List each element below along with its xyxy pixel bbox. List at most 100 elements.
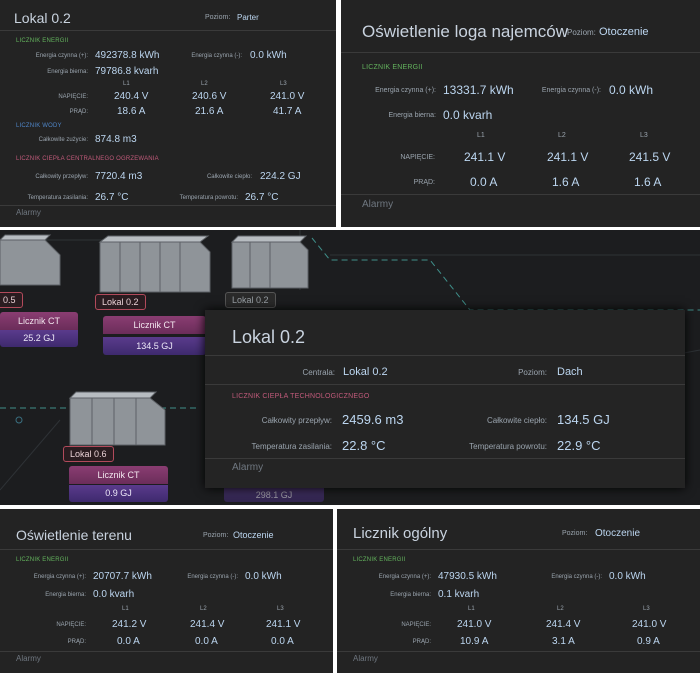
divider	[205, 355, 685, 356]
prad-l1: 18.6 A	[117, 106, 146, 117]
t-zasilania-label: Temperatura zasilania:	[27, 195, 88, 201]
energia-czynna-minus-value: 0.0 kWh	[609, 83, 654, 97]
phase-l3-header: L3	[280, 81, 287, 87]
water-section-heading: LICZNIK WODY	[16, 123, 62, 129]
napiecie-l1: 241.0 V	[457, 619, 492, 630]
centrala-label: Centrala:	[302, 368, 335, 377]
phase-l3-header: L3	[643, 606, 650, 612]
prad-l3: 41.7 A	[273, 106, 302, 117]
panel-lokal-02: Lokal 0.2 Poziom: Parter LICZNIK ENERGII…	[0, 0, 336, 227]
divider	[341, 194, 700, 195]
divider	[341, 52, 700, 53]
ct-meter-2-value: 134.5 GJ	[103, 337, 206, 355]
lokal-tag-02-b[interactable]: Lokal 0.2	[225, 292, 276, 308]
energia-bierna-value: 79786.8 kvarh	[95, 66, 159, 77]
lokal-tag-02-a[interactable]: Lokal 0.2	[95, 294, 146, 310]
napiecie-l1: 241.1 V	[464, 150, 506, 164]
energia-czynna-plus-label: Energia czynna (+):	[35, 53, 88, 59]
napiecie-l2: 240.6 V	[192, 91, 227, 102]
divider	[337, 549, 700, 550]
poziom-label: Poziom:	[518, 368, 547, 377]
prad-l2: 21.6 A	[195, 106, 224, 117]
cieplo-label: Całkowite ciepło:	[486, 416, 547, 425]
t-powrotu-value: 22.9 °C	[557, 438, 601, 453]
cieplo-value: 224.2 GJ	[260, 171, 301, 182]
napiecie-label: NAPIĘCIE:	[56, 622, 86, 628]
t-powrotu-value: 26.7 °C	[245, 192, 279, 203]
prad-l3: 0.9 A	[637, 636, 660, 647]
alarmy-link[interactable]: Alarmy	[16, 654, 41, 663]
energia-czynna-minus-value: 0.0 kWh	[245, 571, 282, 582]
phase-l3-header: L3	[277, 606, 284, 612]
poziom-value: Otoczenie	[233, 530, 274, 540]
energy-section-heading: LICZNIK ENERGII	[16, 557, 69, 563]
t-zasilania-value: 22.8 °C	[342, 438, 386, 453]
alarmy-link[interactable]: Alarmy	[232, 462, 263, 473]
energia-czynna-minus-label: Energia czynna (-):	[191, 53, 242, 59]
prad-l1: 10.9 A	[460, 636, 489, 647]
poziom-value: Otoczenie	[599, 26, 649, 38]
zuzycie-value: 874.8 m3	[95, 134, 137, 145]
energia-czynna-plus-value: 20707.7 kWh	[93, 571, 152, 582]
energia-bierna-label: Energia bierna:	[390, 592, 431, 598]
panel-title: Licznik ogólny	[353, 525, 448, 542]
poziom-label: Poziom:	[203, 532, 229, 539]
przeplyw-value: 7720.4 m3	[95, 171, 143, 182]
prad-l3: 0.0 A	[271, 636, 294, 647]
prad-label: PRĄD:	[67, 639, 86, 645]
ct-meter-4-value: 298.1 GJ	[224, 488, 324, 502]
phase-l3-header: L3	[640, 132, 648, 139]
poziom-label: Poziom:	[567, 28, 596, 37]
zuzycie-label: Całkowite zużycie:	[38, 137, 88, 143]
popup-title: Lokal 0.2	[232, 327, 306, 347]
energia-czynna-plus-label: Energia czynna (+):	[378, 574, 431, 580]
divider	[0, 651, 333, 652]
prad-label: PRĄD:	[412, 639, 431, 645]
energy-section-heading: LICZNIK ENERGII	[16, 38, 69, 44]
lokal-02-popup: Lokal 0.2 Centrala: Lokal 0.2 Poziom: Da…	[205, 310, 685, 488]
energia-bierna-value: 0.0 kvarh	[443, 108, 493, 122]
alarmy-link[interactable]: Alarmy	[362, 199, 393, 210]
t-powrotu-label: Temperatura powrotu:	[469, 442, 547, 451]
ahu-unit-3	[230, 235, 309, 289]
phase-l1-header: L1	[123, 81, 130, 87]
poziom-label: Poziom:	[562, 530, 588, 537]
prad-label: PRĄD:	[69, 109, 88, 115]
prad-l1: 0.0 A	[470, 175, 498, 189]
ahu-unit-4	[68, 391, 166, 446]
prad-label: PRĄD:	[413, 179, 435, 186]
ct-meter-1-value: 25.2 GJ	[0, 330, 78, 347]
phase-l1-header: L1	[477, 132, 485, 139]
energia-czynna-minus-label: Energia czynna (-):	[551, 574, 602, 580]
energy-section-heading: LICZNIK ENERGII	[353, 557, 406, 563]
ct-meter-2-label[interactable]: Licznik CT	[103, 316, 206, 334]
popup-section-heading: LICZNIK CIEPŁA TECHNOLOGICZNEGO	[232, 393, 370, 400]
t-zasilania-value: 26.7 °C	[95, 192, 129, 203]
energia-czynna-plus-label: Energia czynna (+):	[375, 87, 436, 94]
ct-meter-3-label[interactable]: Licznik CT	[69, 466, 168, 484]
divider	[0, 205, 336, 206]
prad-l2: 0.0 A	[195, 636, 218, 647]
centrala-value: Lokal 0.2	[343, 366, 388, 378]
napiecie-label: NAPIĘCIE:	[401, 622, 431, 628]
panel-title: Lokal 0.2	[14, 10, 71, 26]
t-powrotu-label: Temperatura powrotu:	[179, 195, 238, 201]
energia-czynna-minus-value: 0.0 kWh	[250, 50, 287, 61]
phase-l1-header: L1	[122, 606, 129, 612]
napiecie-l1: 240.4 V	[114, 91, 149, 102]
energia-bierna-label: Energia bierna:	[45, 592, 86, 598]
energia-bierna-label: Energia bierna:	[47, 69, 88, 75]
przeplyw-label: Całkowity przepływ:	[261, 416, 332, 425]
alarmy-link[interactable]: Alarmy	[16, 208, 41, 217]
t-zasilania-label: Temperatura zasilania:	[251, 442, 332, 451]
ct-meter-3-value: 0.9 GJ	[69, 485, 168, 502]
energia-czynna-plus-value: 492378.8 kWh	[95, 50, 160, 61]
energia-czynna-plus-label: Energia czynna (+):	[33, 574, 86, 580]
poziom-value: Parter	[237, 13, 259, 22]
napiecie-l2: 241.4 V	[546, 619, 581, 630]
ct-meter-1-label[interactable]: Licznik CT	[0, 312, 78, 330]
lokal-tag-06[interactable]: Lokal 0.6	[63, 446, 114, 462]
lokal-tag-05[interactable]: 0.5	[0, 292, 23, 308]
energia-czynna-minus-label: Energia czynna (-):	[541, 87, 601, 94]
alarmy-link[interactable]: Alarmy	[353, 654, 378, 663]
